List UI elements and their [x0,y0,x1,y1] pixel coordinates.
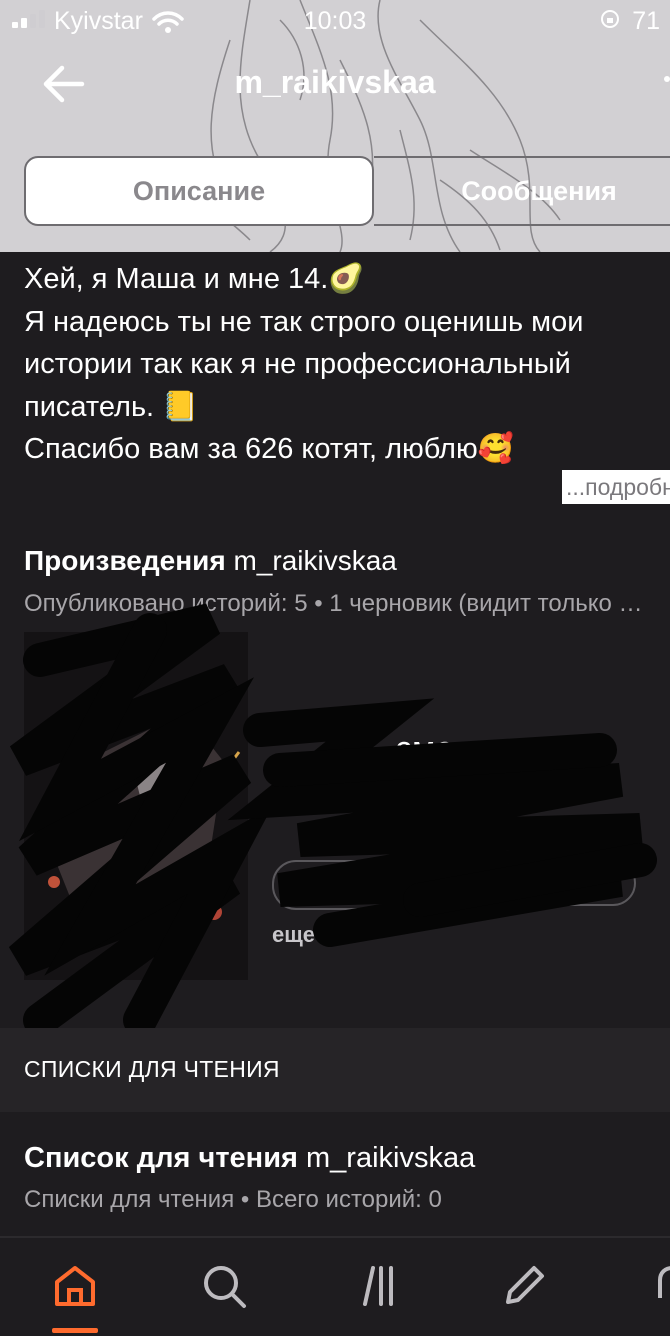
profile-bio: Хей, я Маша и мне 14.🥑 Я надеюсь ты не т… [24,258,664,471]
works-subtitle: Опубликовано историй: 5 • 1 черновик (ви… [24,590,644,617]
bio-line: Спасибо вам за 626 котят, люблю🥰 [24,433,514,465]
reading-list-title[interactable]: Список для чтения m_raikivskaa [24,1142,475,1175]
works-heading-label: Произведения [24,545,226,576]
home-icon[interactable] [51,1262,99,1310]
rotation-lock-icon [601,10,619,28]
profile-tabs: Описание Сообщения [24,156,670,226]
tab-description[interactable]: Описание [24,156,374,226]
works-heading-user: m_raikivskaa [225,545,397,576]
reading-list-label: Список для чтения [24,1142,298,1174]
notifications-icon[interactable] [648,1262,670,1310]
active-tab-indicator [52,1328,98,1333]
write-icon[interactable] [500,1262,548,1310]
story-more-link[interactable]: еще [272,922,315,948]
search-icon[interactable] [200,1262,248,1310]
story-description: каждый божий [272,783,420,808]
reading-list-user: m_raikivskaa [297,1142,476,1174]
tab-messages[interactable]: Сообщения [374,156,670,226]
cover-image [24,632,248,980]
story-cover[interactable] [24,632,248,980]
bottom-nav [0,1236,670,1336]
works-heading[interactable]: Произведения m_raikivskaa [24,545,397,577]
more-options-icon[interactable] [664,76,670,82]
page-title: m_raikivskaa [234,64,436,100]
reading-lists-heading: СПИСКИ ДЛЯ ЧТЕНИЯ [24,1056,280,1082]
profile-header: Kyivstar 10:03 71 m_raikivskaa Описание … [0,0,670,252]
library-icon[interactable] [353,1262,401,1310]
story-tag[interactable] [272,860,432,910]
bio-line: Я надеюсь ты не так строго оценишь мои и… [24,305,584,423]
reading-list-subtitle: Списки для чтения • Всего историй: 0 [24,1186,442,1213]
status-bar: Kyivstar 10:03 71 [0,0,670,42]
bio-line: Хей, я Маша и мне 14.🥑 [24,263,365,295]
battery-percent: 71 [632,7,660,35]
story-title[interactable]: смерти [395,730,507,769]
story-tag[interactable]: а [456,860,636,906]
clock: 10:03 [303,7,367,35]
read-more-link[interactable]: ...подробнее [562,470,670,504]
